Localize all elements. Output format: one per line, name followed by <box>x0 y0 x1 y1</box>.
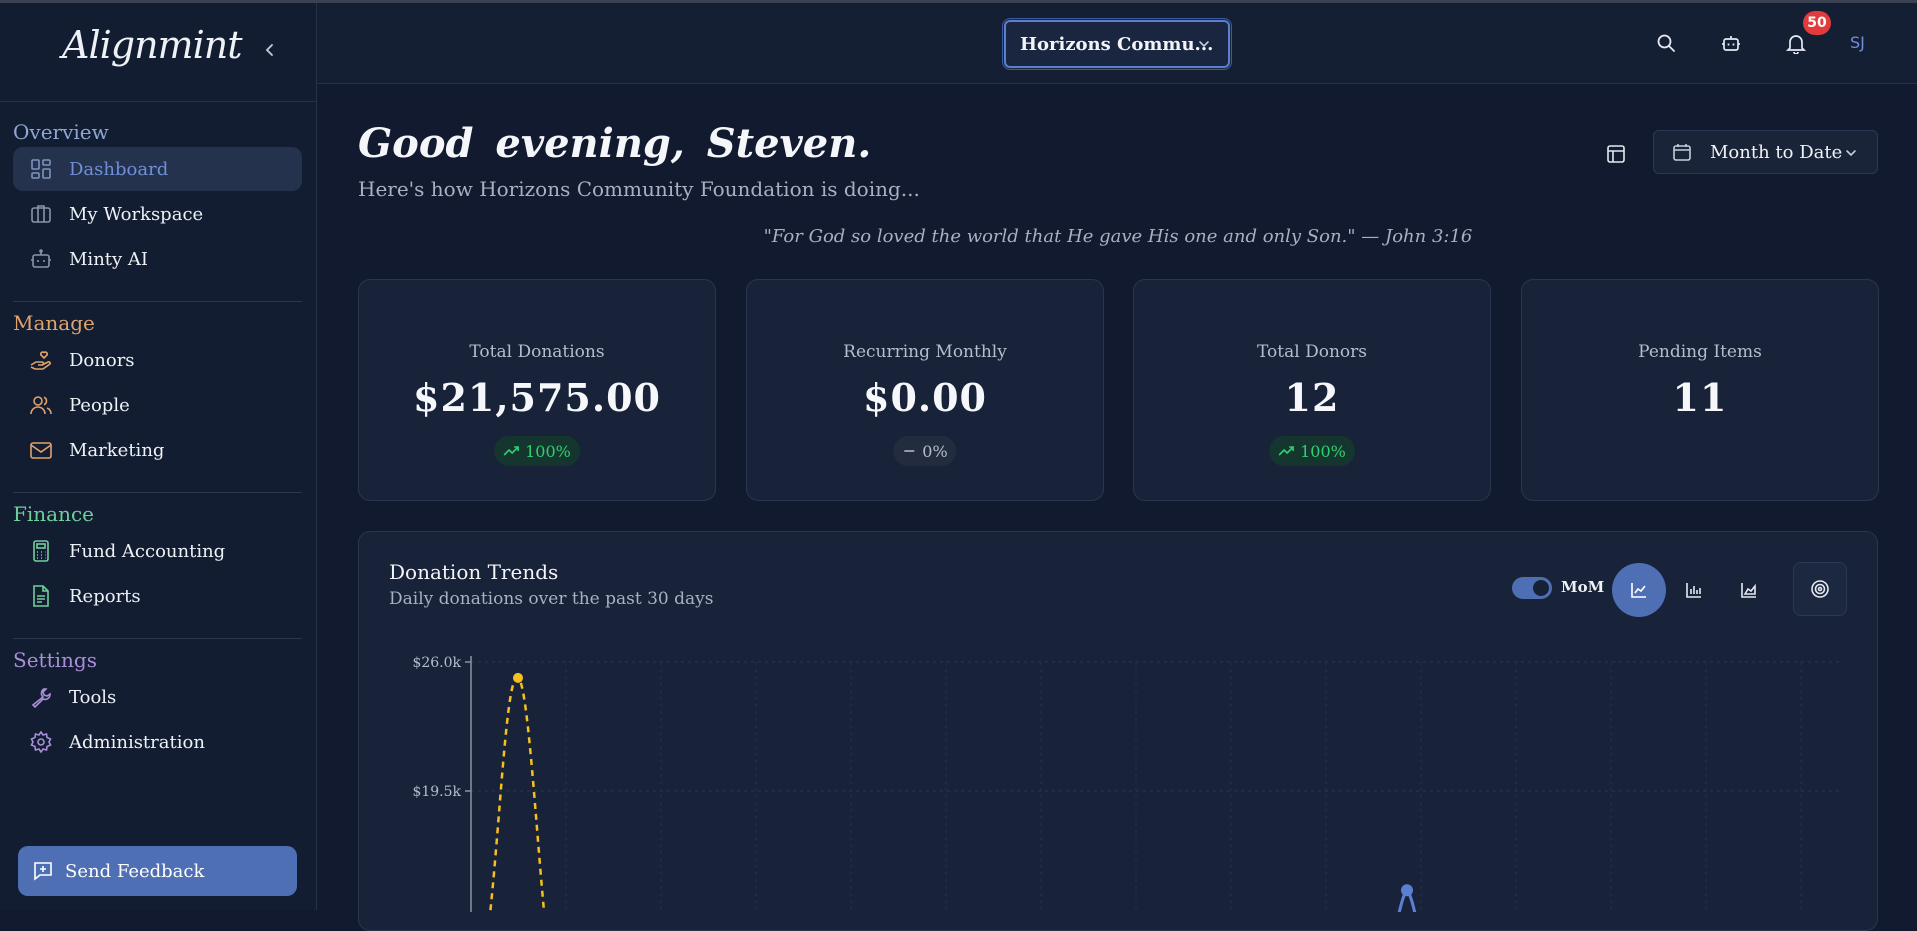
sidebar-item-reports[interactable]: Reports <box>13 574 302 618</box>
date-range-select[interactable]: Month to Date <box>1653 130 1878 174</box>
stat-value: $21,575.00 <box>413 375 661 420</box>
robot-icon <box>1722 36 1740 51</box>
minty-ai-button[interactable] <box>1717 29 1745 57</box>
sidebar-item-label: Reports <box>69 585 141 607</box>
section-title-settings: Settings <box>13 648 97 672</box>
stat-title: Total Donations <box>469 342 605 362</box>
sidebar-item-label: Administration <box>69 731 205 753</box>
notifications-button[interactable] <box>1782 29 1810 57</box>
trending-up-icon <box>503 444 519 458</box>
gear-icon <box>28 729 54 755</box>
sidebar-item-label: Fund Accounting <box>69 540 226 562</box>
calendar-icon <box>1672 141 1694 163</box>
stat-value: 11 <box>1672 375 1728 420</box>
sidebar-item-marketing[interactable]: Marketing <box>13 428 302 472</box>
sidebar-item-label: Minty AI <box>69 248 149 270</box>
sidebar-divider <box>13 301 302 302</box>
layout-icon <box>1607 145 1625 163</box>
sidebar-item-label: Dashboard <box>69 158 169 180</box>
stat-change-badge: 100% <box>1269 436 1355 466</box>
notification-count-badge: 50 <box>1803 11 1831 35</box>
stat-change-value: 100% <box>525 441 571 461</box>
stat-card-recurring-monthly[interactable]: Recurring Monthly $0.00 0% <box>746 279 1104 501</box>
y-tick-label: $19.5k <box>412 784 461 800</box>
y-tick-label: $26.0k <box>412 655 461 671</box>
robot-icon <box>28 246 54 272</box>
mail-icon <box>28 437 54 463</box>
send-feedback-label: Send Feedback <box>65 860 205 882</box>
stat-title: Pending Items <box>1638 342 1762 362</box>
series-point <box>513 672 523 683</box>
minus-icon <box>902 444 916 458</box>
search-button[interactable] <box>1652 29 1680 57</box>
organization-select-value: Horizons Commu... <box>1020 33 1214 55</box>
sidebar-item-donors[interactable]: Donors <box>13 338 302 382</box>
message-plus-icon <box>33 860 55 882</box>
daily-verse: "For God so loved the world that He gave… <box>763 226 1473 247</box>
search-icon <box>1657 34 1675 52</box>
date-range-value: Month to Date <box>1710 141 1843 163</box>
file-text-icon <box>28 583 54 609</box>
page-subtitle: Here's how Horizons Community Foundation… <box>358 177 920 201</box>
sidebar-item-tools[interactable]: Tools <box>13 675 302 719</box>
stat-change-value: 0% <box>922 441 948 461</box>
wrench-icon <box>28 684 54 710</box>
stat-value: 12 <box>1284 375 1340 420</box>
sidebar-item-dashboard[interactable]: Dashboard <box>13 147 302 191</box>
organization-select[interactable]: Horizons Commu... <box>1004 20 1230 68</box>
stat-change-badge: 0% <box>893 436 957 466</box>
sidebar-item-label: Tools <box>69 686 117 708</box>
stat-value: $0.00 <box>863 375 987 420</box>
section-title-manage: Manage <box>13 311 95 335</box>
user-avatar[interactable]: SJ <box>1850 33 1865 52</box>
stat-title: Total Donors <box>1257 342 1367 362</box>
hand-heart-icon <box>28 347 54 373</box>
stat-change-badge: 100% <box>494 436 580 466</box>
sidebar-item-label: My Workspace <box>69 203 204 225</box>
stat-title: Recurring Monthly <box>843 342 1007 362</box>
chevron-down-icon <box>1843 145 1859 165</box>
section-title-overview: Overview <box>13 120 109 144</box>
sidebar: Alignmint Overview Dashboard My Workspac… <box>0 3 317 910</box>
top-header: Horizons Commu... 50 SJ <box>317 3 1917 84</box>
sidebar-item-people[interactable]: People <box>13 383 302 427</box>
customize-layout-button[interactable] <box>1601 139 1631 169</box>
trending-up-icon <box>1278 444 1294 458</box>
sidebar-item-fund-accounting[interactable]: Fund Accounting <box>13 529 302 573</box>
dashboard-grid-icon <box>28 156 54 182</box>
sidebar-item-minty-ai[interactable]: Minty AI <box>13 237 302 281</box>
sidebar-item-label: People <box>69 394 130 416</box>
series-point <box>1401 884 1413 897</box>
stat-card-pending-items[interactable]: Pending Items 11 <box>1521 279 1879 501</box>
sidebar-item-label: Marketing <box>69 439 165 461</box>
sidebar-item-administration[interactable]: Administration <box>13 720 302 764</box>
donation-trends-chart: $26.0k $19.5k <box>412 655 1841 912</box>
bell-icon <box>1785 35 1807 54</box>
page-greeting: Good evening, Steven. <box>358 120 872 167</box>
sidebar-item-my-workspace[interactable]: My Workspace <box>13 192 302 236</box>
sidebar-divider <box>13 638 302 639</box>
stat-change-value: 100% <box>1300 441 1346 461</box>
sidebar-item-label: Donors <box>69 349 135 371</box>
collapse-sidebar-button[interactable] <box>258 38 282 62</box>
briefcase-icon <box>28 201 54 227</box>
users-icon <box>28 392 54 418</box>
brand-bar: Alignmint <box>0 3 317 102</box>
sidebar-divider <box>13 492 302 493</box>
donation-trends-card: Donation Trends Daily donations over the… <box>358 531 1878 931</box>
series-line-dashed <box>488 676 546 912</box>
stat-card-total-donors[interactable]: Total Donors 12 100% <box>1133 279 1491 501</box>
section-title-finance: Finance <box>13 502 94 526</box>
stat-card-total-donations[interactable]: Total Donations $21,575.00 100% <box>358 279 716 501</box>
calculator-icon <box>28 538 54 564</box>
chevron-left-icon <box>265 44 273 56</box>
app-logo[interactable]: Alignmint <box>62 23 242 67</box>
send-feedback-button[interactable]: Send Feedback <box>18 846 297 896</box>
chevron-down-icon <box>1196 36 1212 56</box>
